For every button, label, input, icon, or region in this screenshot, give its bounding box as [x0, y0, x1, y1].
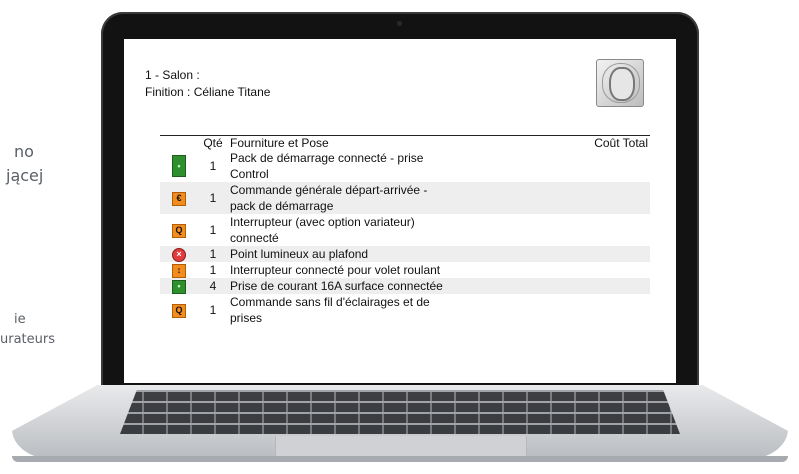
camera-icon: [397, 21, 402, 26]
shutter-switch-icon: ↕: [172, 263, 186, 278]
background-text-block: ie urateurs: [0, 310, 55, 350]
row-total: [563, 182, 650, 214]
keyboard: [120, 390, 680, 434]
table-row[interactable]: ↕ 1 Interrupteur connecté pour volet rou…: [160, 262, 650, 278]
dimmer-switch-icon: Q: [172, 223, 186, 238]
laptop-lid: 1 - Salon : Finition : Céliane Titane Qt…: [101, 12, 699, 404]
row-total: [563, 150, 650, 182]
wireless-command-icon: Q: [172, 303, 186, 318]
table-row[interactable]: € 1 Commande générale départ-arrivée - pa…: [160, 182, 650, 214]
row-description: Interrupteur connecté pour volet roulant: [230, 263, 441, 277]
header-description: Fourniture et Pose: [228, 135, 563, 150]
quote-table-container: Qté Fourniture et Pose Coût Total • 1 Pa…: [160, 135, 650, 326]
table-row[interactable]: • 1 Pack de démarrage connecté - prise Co…: [160, 150, 650, 182]
row-total: [563, 294, 650, 326]
background-text-line: urateurs: [0, 332, 56, 347]
background-text-line: no: [14, 142, 34, 161]
switch-plate-icon: [609, 67, 635, 101]
ceiling-light-point-icon: ×: [172, 247, 186, 262]
row-total: [563, 246, 650, 262]
finish-line: Finition : Céliane Titane: [145, 84, 270, 100]
laptop-foot: [12, 456, 788, 462]
row-description: Pack de démarrage connecté - prise Contro…: [230, 151, 424, 181]
header-qty: Qté: [198, 135, 228, 150]
row-qty: 4: [209, 279, 217, 293]
background-text-line: ie: [14, 312, 26, 327]
background-text-line: jącej: [6, 166, 44, 185]
row-total: [563, 278, 650, 294]
row-total: [563, 214, 650, 246]
finish-value: Céliane Titane: [193, 85, 271, 99]
row-qty: 1: [209, 247, 217, 261]
quote-table: Qté Fourniture et Pose Coût Total • 1 Pa…: [160, 135, 650, 326]
finish-label: Finition :: [145, 85, 191, 99]
row-description: Commande générale départ-arrivée - pack d…: [230, 183, 428, 213]
table-row[interactable]: Q 1 Commande sans fil d'éclairages et de…: [160, 294, 650, 326]
general-command-icon: €: [172, 191, 186, 206]
connected-socket-icon: •: [172, 279, 186, 294]
row-qty: 1: [209, 159, 217, 173]
row-total: [563, 262, 650, 278]
table-row[interactable]: Q 1 Interrupteur (avec option variateur)…: [160, 214, 650, 246]
laptop-screen: 1 - Salon : Finition : Céliane Titane Qt…: [124, 39, 676, 383]
row-description: Point lumineux au plafond: [230, 247, 369, 261]
table-header-row: Qté Fourniture et Pose Coût Total: [160, 135, 650, 150]
row-qty: 1: [209, 263, 217, 277]
row-description: Prise de courant 16A surface connectée: [230, 279, 443, 293]
table-row[interactable]: × 1 Point lumineux au plafond: [160, 246, 650, 262]
row-qty: 1: [209, 303, 217, 317]
header-total: Coût Total: [562, 135, 650, 150]
row-qty: 1: [209, 223, 217, 237]
background-text-block: no jącej: [0, 140, 43, 188]
row-description: Interrupteur (avec option variateur) conn…: [230, 215, 415, 245]
connected-socket-pack-icon: •: [172, 155, 186, 177]
product-thumbnail[interactable]: [596, 59, 644, 107]
table-row[interactable]: • 4 Prise de courant 16A surface connect…: [160, 278, 650, 294]
row-qty: 1: [209, 191, 217, 205]
room-title: 1 - Salon :: [145, 68, 200, 82]
header-icon-col: [160, 135, 198, 150]
row-description: Commande sans fil d'éclairages et de pris…: [230, 295, 430, 325]
